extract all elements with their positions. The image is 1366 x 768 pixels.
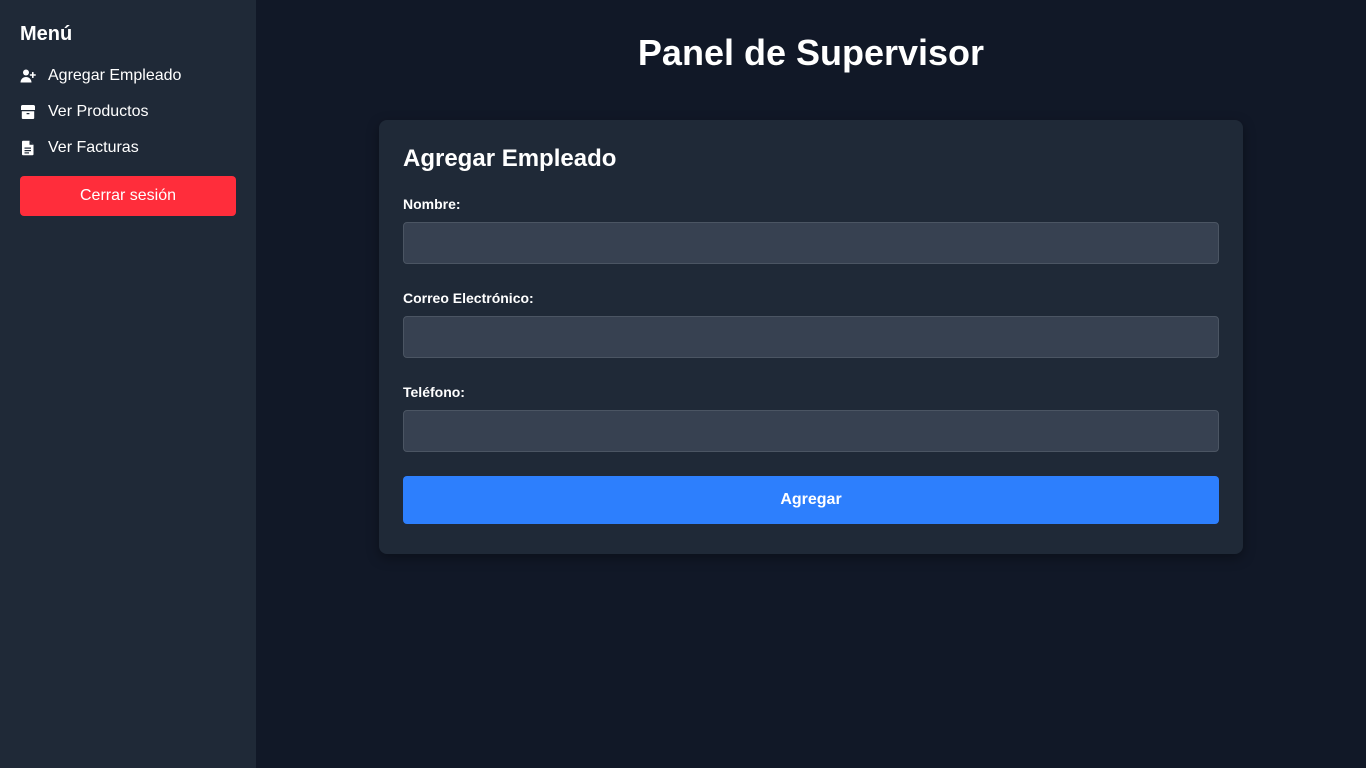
sidebar-title: Menú xyxy=(20,23,73,45)
sidebar-item-label: Ver Facturas xyxy=(48,139,139,156)
main-content: Panel de Supervisor Agregar Empleado Nom… xyxy=(256,0,1366,768)
phone-label: Teléfono: xyxy=(403,384,465,400)
phone-field[interactable] xyxy=(403,410,1219,452)
sidebar-item-ver-productos[interactable]: Ver Productos xyxy=(20,94,236,130)
name-field[interactable] xyxy=(403,222,1219,264)
document-icon xyxy=(20,140,36,156)
sidebar-item-label: Agregar Empleado xyxy=(48,67,182,84)
app: Menú Agregar Empleado Ver Productos Ver … xyxy=(0,0,1366,768)
add-button[interactable]: Agregar xyxy=(403,476,1219,524)
sidebar-item-agregar-empleado[interactable]: Agregar Empleado xyxy=(20,58,236,94)
logout-button[interactable]: Cerrar sesión xyxy=(20,176,236,216)
email-field[interactable] xyxy=(403,316,1219,358)
sidebar: Menú Agregar Empleado Ver Productos Ver … xyxy=(0,0,256,768)
page-title: Panel de Supervisor xyxy=(637,32,985,73)
sidebar-item-ver-facturas[interactable]: Ver Facturas xyxy=(20,130,236,166)
sidebar-item-label: Ver Productos xyxy=(48,103,149,120)
name-label: Nombre: xyxy=(403,196,461,212)
add-employee-card: Agregar Empleado Nombre: Correo Electrón… xyxy=(379,120,1243,554)
email-label: Correo Electrónico: xyxy=(403,290,534,306)
box-icon xyxy=(20,104,36,120)
user-plus-icon xyxy=(20,68,36,84)
form-title: Agregar Empleado xyxy=(403,145,617,172)
